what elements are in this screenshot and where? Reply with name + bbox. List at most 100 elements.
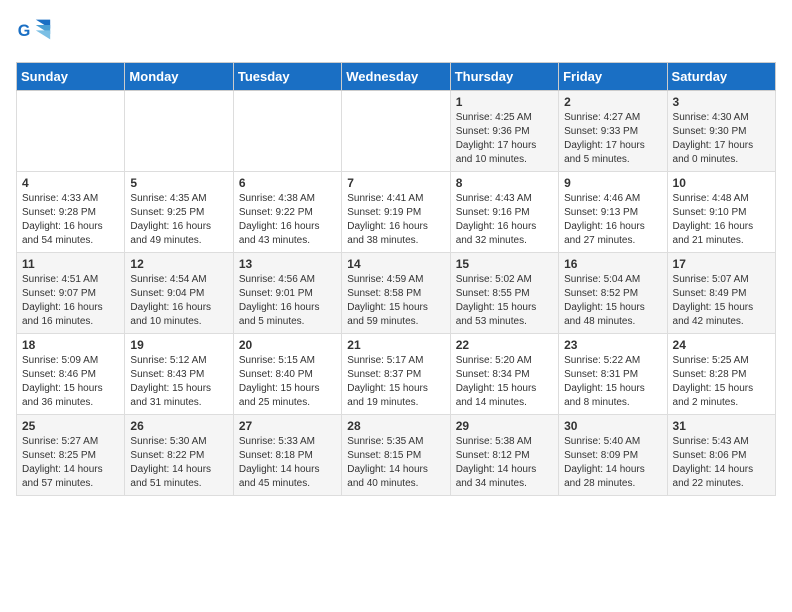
calendar-cell (233, 91, 341, 172)
day-info: Sunrise: 4:41 AM Sunset: 9:19 PM Dayligh… (347, 192, 444, 248)
calendar-cell: 5 Sunrise: 4:35 AM Sunset: 9:25 PM Daylig… (125, 172, 233, 253)
svg-text:G: G (18, 22, 31, 40)
day-number: 15 (456, 257, 553, 271)
day-info: Sunrise: 5:30 AM Sunset: 8:22 PM Dayligh… (130, 435, 227, 491)
day-info: Sunrise: 5:43 AM Sunset: 8:06 PM Dayligh… (673, 435, 770, 491)
day-info: Sunrise: 5:35 AM Sunset: 8:15 PM Dayligh… (347, 435, 444, 491)
calendar-week-3: 11 Sunrise: 4:51 AM Sunset: 9:07 PM Dayli… (17, 253, 776, 334)
day-number: 5 (130, 176, 227, 190)
calendar-cell: 14 Sunrise: 4:59 AM Sunset: 8:58 PM Dayli… (342, 253, 450, 334)
col-header-wednesday: Wednesday (342, 63, 450, 91)
day-number: 27 (239, 419, 336, 433)
day-number: 20 (239, 338, 336, 352)
calendar-cell: 18 Sunrise: 5:09 AM Sunset: 8:46 PM Dayli… (17, 334, 125, 415)
calendar-cell: 8 Sunrise: 4:43 AM Sunset: 9:16 PM Daylig… (450, 172, 558, 253)
calendar-cell: 24Sunrise: 5:25 AM Sunset: 8:28 PM Dayli… (667, 334, 775, 415)
day-number: 21 (347, 338, 444, 352)
calendar-week-2: 4 Sunrise: 4:33 AM Sunset: 9:28 PM Daylig… (17, 172, 776, 253)
day-info: Sunrise: 5:02 AM Sunset: 8:55 PM Dayligh… (456, 273, 553, 329)
day-number: 14 (347, 257, 444, 271)
day-info: Sunrise: 5:04 AM Sunset: 8:52 PM Dayligh… (564, 273, 661, 329)
day-info: Sunrise: 4:30 AM Sunset: 9:30 PM Dayligh… (673, 111, 770, 167)
calendar-cell: 9 Sunrise: 4:46 AM Sunset: 9:13 PM Daylig… (559, 172, 667, 253)
calendar-cell: 13Sunrise: 4:56 AM Sunset: 9:01 PM Dayli… (233, 253, 341, 334)
day-info: Sunrise: 4:25 AM Sunset: 9:36 PM Dayligh… (456, 111, 553, 167)
day-number: 18 (22, 338, 119, 352)
day-number: 6 (239, 176, 336, 190)
day-number: 13 (239, 257, 336, 271)
day-info: Sunrise: 4:48 AM Sunset: 9:10 PM Dayligh… (673, 192, 770, 248)
calendar-cell: 26 Sunrise: 5:30 AM Sunset: 8:22 PM Dayli… (125, 415, 233, 496)
calendar-cell: 1 Sunrise: 4:25 AM Sunset: 9:36 PM Daylig… (450, 91, 558, 172)
day-info: Sunrise: 5:17 AM Sunset: 8:37 PM Dayligh… (347, 354, 444, 410)
calendar-cell: 3 Sunrise: 4:30 AM Sunset: 9:30 PM Daylig… (667, 91, 775, 172)
day-info: Sunrise: 4:27 AM Sunset: 9:33 PM Dayligh… (564, 111, 661, 167)
day-number: 23 (564, 338, 661, 352)
col-header-thursday: Thursday (450, 63, 558, 91)
calendar-week-1: 1 Sunrise: 4:25 AM Sunset: 9:36 PM Daylig… (17, 91, 776, 172)
day-info: Sunrise: 4:38 AM Sunset: 9:22 PM Dayligh… (239, 192, 336, 248)
day-info: Sunrise: 4:35 AM Sunset: 9:25 PM Dayligh… (130, 192, 227, 248)
day-number: 11 (22, 257, 119, 271)
calendar-cell: 4 Sunrise: 4:33 AM Sunset: 9:28 PM Daylig… (17, 172, 125, 253)
day-number: 28 (347, 419, 444, 433)
day-number: 26 (130, 419, 227, 433)
calendar-cell: 21 Sunrise: 5:17 AM Sunset: 8:37 PM Dayli… (342, 334, 450, 415)
day-info: Sunrise: 5:38 AM Sunset: 8:12 PM Dayligh… (456, 435, 553, 491)
day-info: Sunrise: 5:15 AM Sunset: 8:40 PM Dayligh… (239, 354, 336, 410)
calendar-cell (125, 91, 233, 172)
calendar-cell: 15 Sunrise: 5:02 AM Sunset: 8:55 PM Dayli… (450, 253, 558, 334)
day-info: Sunrise: 4:43 AM Sunset: 9:16 PM Dayligh… (456, 192, 553, 248)
day-number: 4 (22, 176, 119, 190)
calendar-cell: 17 Sunrise: 5:07 AM Sunset: 8:49 PM Dayli… (667, 253, 775, 334)
day-info: Sunrise: 4:59 AM Sunset: 8:58 PM Dayligh… (347, 273, 444, 329)
page-header: G (16, 16, 776, 52)
day-number: 3 (673, 95, 770, 109)
day-number: 25 (22, 419, 119, 433)
calendar-cell: 23 Sunrise: 5:22 AM Sunset: 8:31 PM Dayli… (559, 334, 667, 415)
day-number: 30 (564, 419, 661, 433)
calendar-cell: 29 Sunrise: 5:38 AM Sunset: 8:12 PM Dayli… (450, 415, 558, 496)
day-info: Sunrise: 5:27 AM Sunset: 8:25 PM Dayligh… (22, 435, 119, 491)
day-number: 9 (564, 176, 661, 190)
calendar-week-5: 25 Sunrise: 5:27 AM Sunset: 8:25 PM Dayli… (17, 415, 776, 496)
day-info: Sunrise: 5:07 AM Sunset: 8:49 PM Dayligh… (673, 273, 770, 329)
day-number: 10 (673, 176, 770, 190)
calendar-cell: 11 Sunrise: 4:51 AM Sunset: 9:07 PM Dayli… (17, 253, 125, 334)
col-header-saturday: Saturday (667, 63, 775, 91)
calendar-cell (17, 91, 125, 172)
calendar-cell: 2 Sunrise: 4:27 AM Sunset: 9:33 PM Daylig… (559, 91, 667, 172)
calendar-cell: 10 Sunrise: 4:48 AM Sunset: 9:10 PM Dayli… (667, 172, 775, 253)
day-info: Sunrise: 4:33 AM Sunset: 9:28 PM Dayligh… (22, 192, 119, 248)
day-info: Sunrise: 5:09 AM Sunset: 8:46 PM Dayligh… (22, 354, 119, 410)
day-number: 19 (130, 338, 227, 352)
day-info: Sunrise: 4:51 AM Sunset: 9:07 PM Dayligh… (22, 273, 119, 329)
calendar-cell: 31Sunrise: 5:43 AM Sunset: 8:06 PM Dayli… (667, 415, 775, 496)
day-number: 29 (456, 419, 553, 433)
calendar-week-4: 18 Sunrise: 5:09 AM Sunset: 8:46 PM Dayli… (17, 334, 776, 415)
col-header-tuesday: Tuesday (233, 63, 341, 91)
day-info: Sunrise: 5:22 AM Sunset: 8:31 PM Dayligh… (564, 354, 661, 410)
day-info: Sunrise: 5:33 AM Sunset: 8:18 PM Dayligh… (239, 435, 336, 491)
day-number: 7 (347, 176, 444, 190)
day-number: 1 (456, 95, 553, 109)
calendar-cell: 25 Sunrise: 5:27 AM Sunset: 8:25 PM Dayli… (17, 415, 125, 496)
day-number: 12 (130, 257, 227, 271)
logo: G (16, 16, 56, 52)
calendar-cell: 28 Sunrise: 5:35 AM Sunset: 8:15 PM Dayli… (342, 415, 450, 496)
calendar-cell: 22Sunrise: 5:20 AM Sunset: 8:34 PM Dayli… (450, 334, 558, 415)
calendar-cell (342, 91, 450, 172)
day-info: Sunrise: 4:54 AM Sunset: 9:04 PM Dayligh… (130, 273, 227, 329)
day-number: 8 (456, 176, 553, 190)
calendar-cell: 30Sunrise: 5:40 AM Sunset: 8:09 PM Dayli… (559, 415, 667, 496)
day-number: 2 (564, 95, 661, 109)
calendar-cell: 12 Sunrise: 4:54 AM Sunset: 9:04 PM Dayli… (125, 253, 233, 334)
logo-icon: G (16, 16, 52, 52)
day-info: Sunrise: 4:46 AM Sunset: 9:13 PM Dayligh… (564, 192, 661, 248)
calendar-cell: 20 Sunrise: 5:15 AM Sunset: 8:40 PM Dayli… (233, 334, 341, 415)
calendar-cell: 16Sunrise: 5:04 AM Sunset: 8:52 PM Dayli… (559, 253, 667, 334)
calendar-table: SundayMondayTuesdayWednesdayThursdayFrid… (16, 62, 776, 496)
day-number: 22 (456, 338, 553, 352)
calendar-header-row: SundayMondayTuesdayWednesdayThursdayFrid… (17, 63, 776, 91)
day-number: 17 (673, 257, 770, 271)
